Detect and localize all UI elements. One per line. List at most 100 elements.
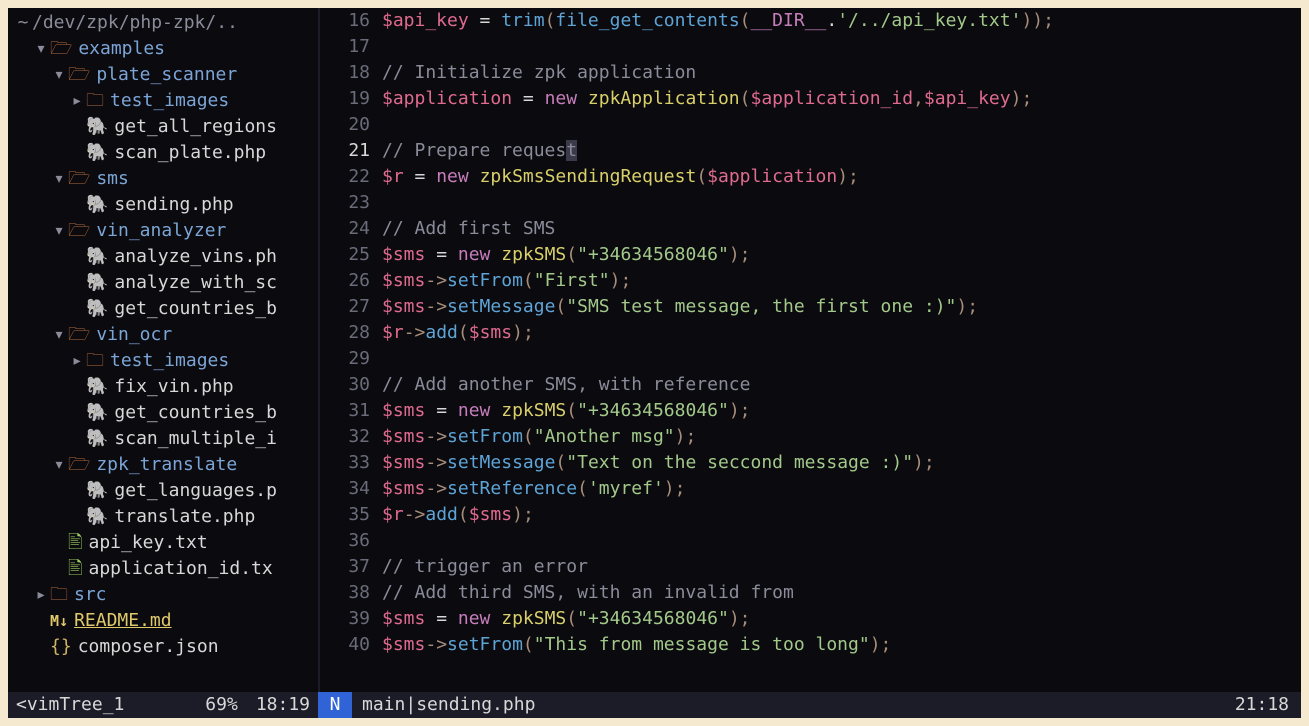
tree-item-label: src	[74, 582, 107, 608]
line-number: 22	[322, 164, 382, 190]
tree-item-label: README.md	[74, 608, 172, 634]
code-line[interactable]: 22$r = new zpkSmsSendingRequest($applica…	[322, 164, 1301, 190]
code-line[interactable]: 33$sms->setMessage("Text on the seccond …	[322, 450, 1301, 476]
tree-item-label: api_key.txt	[88, 530, 207, 556]
folder-closed-icon: 🗀	[50, 582, 68, 608]
code-line[interactable]: 23	[322, 190, 1301, 216]
tree-item-label: test_images	[110, 88, 229, 114]
tree-row[interactable]: 🐘get_languages.p	[8, 478, 318, 504]
code-line[interactable]: 36	[322, 528, 1301, 554]
file-tree[interactable]: ~/dev/zpk/php-zpk/..▾🗁examples▾🗁plate_sc…	[8, 8, 318, 692]
line-number: 31	[322, 398, 382, 424]
tree-row[interactable]: 🐘analyze_vins.ph	[8, 244, 318, 270]
code-content: // Add third SMS, with an invalid from	[382, 580, 794, 606]
code-line[interactable]: 31$sms = new zpkSMS("+34634568046");	[322, 398, 1301, 424]
code-line[interactable]: 25$sms = new zpkSMS("+34634568046");	[322, 242, 1301, 268]
tree-scroll-pct: 69%	[205, 692, 238, 718]
php-icon: 🐘	[86, 192, 108, 218]
code-line[interactable]: 37// trigger an error	[322, 554, 1301, 580]
code-content: $api_key = trim(file_get_contents(__DIR_…	[382, 8, 1054, 34]
code-content: // Initialize zpk application	[382, 60, 696, 86]
line-number: 20	[322, 112, 382, 138]
tree-root[interactable]: ~/dev/zpk/php-zpk/..	[8, 10, 318, 36]
tree-row[interactable]: M↓README.md	[8, 608, 318, 634]
line-number: 19	[322, 86, 382, 112]
tree-row[interactable]: ▸🗀src	[8, 582, 318, 608]
status-separator: |	[405, 692, 416, 718]
code-line[interactable]: 28$r->add($sms);	[322, 320, 1301, 346]
code-line[interactable]: 34$sms->setReference('myref');	[322, 476, 1301, 502]
php-icon: 🐘	[86, 426, 108, 452]
tree-row[interactable]: 🐘scan_plate.php	[8, 140, 318, 166]
code-line[interactable]: 39$sms = new zpkSMS("+34634568046");	[322, 606, 1301, 632]
tree-row[interactable]: {}composer.json	[8, 634, 318, 660]
tree-row[interactable]: 🐘get_countries_b	[8, 296, 318, 322]
code-content: $sms->setFrom("This from message is too …	[382, 632, 891, 658]
status-bar: <vimTree_1 69% 18:19 N main | sending.ph…	[8, 692, 1301, 718]
tree-row[interactable]: ▸🗀test_images	[8, 348, 318, 374]
git-branch: main	[362, 692, 405, 718]
code-line[interactable]: 40$sms->setFrom("This from message is to…	[322, 632, 1301, 658]
tree-row[interactable]: 🐘fix_vin.php	[8, 374, 318, 400]
tree-arrow: ▸	[68, 348, 86, 374]
tree-item-label: zpk_translate	[96, 452, 237, 478]
tree-row[interactable]: 🐘sending.php	[8, 192, 318, 218]
code-line[interactable]: 30// Add another SMS, with reference	[322, 372, 1301, 398]
folder-open-icon: 🗁	[68, 166, 90, 192]
code-line[interactable]: 16$api_key = trim(file_get_contents(__DI…	[322, 8, 1301, 34]
code-line[interactable]: 27$sms->setMessage("SMS test message, th…	[322, 294, 1301, 320]
tree-arrow: ▸	[68, 88, 86, 114]
tree-row[interactable]: ▾🗁sms	[8, 166, 318, 192]
tree-row[interactable]: 🐘get_all_regions	[8, 114, 318, 140]
code-line[interactable]: 21// Prepare request	[322, 138, 1301, 164]
folder-open-icon: 🗁	[68, 62, 90, 88]
code-content: $sms->setMessage("Text on the seccond me…	[382, 450, 935, 476]
folder-open-icon: 🗁	[68, 452, 90, 478]
line-number: 32	[322, 424, 382, 450]
tree-row[interactable]: 🐘translate.php	[8, 504, 318, 530]
tree-arrow: ▾	[50, 322, 68, 348]
code-line[interactable]: 19$application = new zpkApplication($app…	[322, 86, 1301, 112]
tree-item-label: analyze_vins.ph	[114, 244, 277, 270]
tree-row[interactable]: ▾🗁vin_analyzer	[8, 218, 318, 244]
code-line[interactable]: 20	[322, 112, 1301, 138]
tree-row[interactable]: 🐘analyze_with_sc	[8, 270, 318, 296]
code-line[interactable]: 38// Add third SMS, with an invalid from	[322, 580, 1301, 606]
code-line[interactable]: 17	[322, 34, 1301, 60]
tree-row[interactable]: 🐘scan_multiple_i	[8, 426, 318, 452]
code-line[interactable]: 32$sms->setFrom("Another msg");	[322, 424, 1301, 450]
tree-row[interactable]: 🖹api_key.txt	[8, 530, 318, 556]
folder-open-icon: 🗁	[50, 36, 72, 62]
tree-row[interactable]: ▸🗀test_images	[8, 88, 318, 114]
tree-cursor-pos: 18:19	[256, 692, 310, 718]
tree-row[interactable]: ▾🗁zpk_translate	[8, 452, 318, 478]
line-number: 35	[322, 502, 382, 528]
line-number: 16	[322, 8, 382, 34]
code-line[interactable]: 26$sms->setFrom("First");	[322, 268, 1301, 294]
code-editor[interactable]: 16$api_key = trim(file_get_contents(__DI…	[322, 8, 1301, 692]
tree-row[interactable]: ▾🗁examples	[8, 36, 318, 62]
line-number: 34	[322, 476, 382, 502]
tree-row[interactable]: 🐘get_countries_b	[8, 400, 318, 426]
code-content: // Add first SMS	[382, 216, 555, 242]
tree-row[interactable]: ▾🗁vin_ocr	[8, 322, 318, 348]
tree-item-label: fix_vin.php	[114, 374, 233, 400]
text-file-icon: 🖹	[68, 556, 82, 582]
line-number: 30	[322, 372, 382, 398]
code-content: $sms->setFrom("First");	[382, 268, 631, 294]
code-line[interactable]: 35$r->add($sms);	[322, 502, 1301, 528]
tree-row[interactable]: 🖹application_id.tx	[8, 556, 318, 582]
code-line[interactable]: 29	[322, 346, 1301, 372]
php-icon: 🐘	[86, 244, 108, 270]
tree-row[interactable]: ▾🗁plate_scanner	[8, 62, 318, 88]
line-number: 25	[322, 242, 382, 268]
code-content: $sms->setReference('myref');	[382, 476, 685, 502]
folder-closed-icon: 🗀	[86, 88, 104, 114]
code-content: $r = new zpkSmsSendingRequest($applicati…	[382, 164, 859, 190]
tree-item-label: get_countries_b	[114, 296, 277, 322]
code-content: $r->add($sms);	[382, 502, 534, 528]
code-line[interactable]: 18// Initialize zpk application	[322, 60, 1301, 86]
code-line[interactable]: 24// Add first SMS	[322, 216, 1301, 242]
tree-item-label: test_images	[110, 348, 229, 374]
tree-arrow: ▾	[50, 452, 68, 478]
